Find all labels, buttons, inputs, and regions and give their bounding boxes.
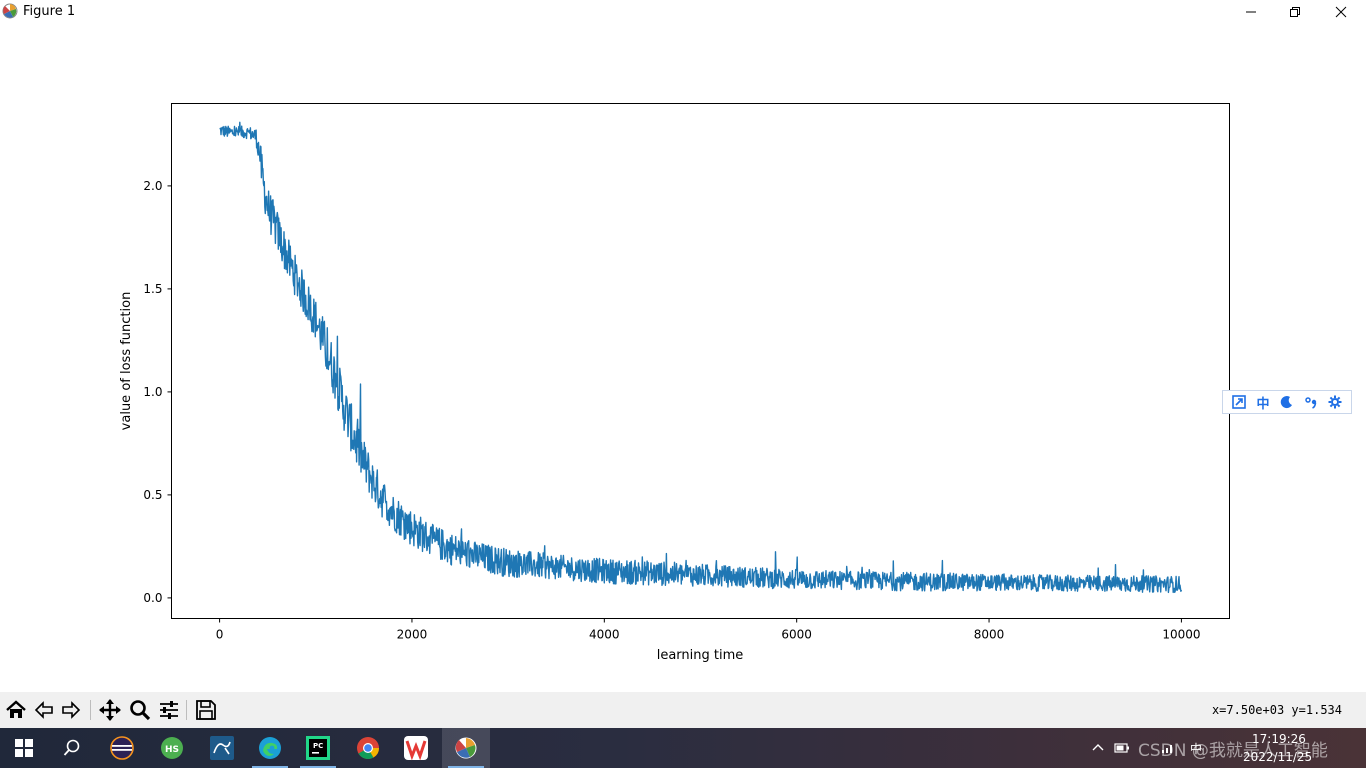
y-tick-label: 2.0 bbox=[143, 179, 162, 193]
search-icon[interactable] bbox=[48, 728, 96, 768]
settings-icon[interactable] bbox=[1326, 393, 1344, 411]
zoom-icon[interactable] bbox=[127, 697, 153, 723]
y-axis-label: value of loss function bbox=[119, 292, 134, 431]
restore-button[interactable] bbox=[1272, 0, 1318, 24]
home-icon[interactable] bbox=[3, 697, 29, 723]
x-axis-ticks: 0 2000 4000 6000 8000 10000 bbox=[216, 618, 1201, 642]
edge-icon[interactable] bbox=[246, 728, 294, 768]
x-tick-label: 0 bbox=[216, 628, 224, 642]
loss-plot: 0 2000 4000 6000 8000 10000 0.0 0.5 1.0 1.5 2.0 l… bbox=[119, 103, 1230, 663]
toolbar-separator bbox=[90, 700, 91, 720]
expand-icon[interactable] bbox=[1230, 393, 1248, 411]
y-tick-label: 0.0 bbox=[143, 591, 162, 605]
x-tick-label: 4000 bbox=[589, 628, 620, 642]
hbuilder-icon[interactable]: HS bbox=[148, 728, 196, 768]
configure-subplots-icon[interactable] bbox=[156, 697, 182, 723]
x-tick-label: 8000 bbox=[974, 628, 1005, 642]
minimize-button[interactable] bbox=[1228, 0, 1274, 24]
cursor-coordinates: x=7.50e+03 y=1.534 bbox=[1211, 703, 1342, 717]
clock-date[interactable]: 2022/11/25 bbox=[1243, 750, 1312, 764]
pan-icon[interactable] bbox=[97, 697, 123, 723]
eclipse-icon[interactable] bbox=[98, 728, 146, 768]
punctuation-icon[interactable] bbox=[1302, 393, 1320, 411]
x-tick-label: 10000 bbox=[1162, 628, 1200, 642]
figure-canvas[interactable]: 0 2000 4000 6000 8000 10000 0.0 0.5 1.0 1.5 2.0 l… bbox=[0, 24, 1366, 692]
wps-icon[interactable] bbox=[392, 728, 440, 768]
svg-text:HS: HS bbox=[165, 745, 179, 755]
window-title-bar: Figure 1 bbox=[0, 0, 1366, 24]
chevron-up-icon[interactable] bbox=[1090, 740, 1106, 756]
y-axis-ticks: 0.0 0.5 1.0 1.5 2.0 bbox=[143, 179, 172, 605]
forward-icon[interactable] bbox=[58, 697, 84, 723]
moon-icon[interactable] bbox=[1278, 393, 1296, 411]
mysql-workbench-icon[interactable] bbox=[198, 728, 246, 768]
svg-text:PC: PC bbox=[313, 742, 323, 750]
window-title: Figure 1 bbox=[23, 4, 76, 19]
toolbar-separator bbox=[186, 700, 187, 720]
x-tick-label: 6000 bbox=[781, 628, 812, 642]
clock-time[interactable]: 17:19:26 bbox=[1252, 732, 1306, 746]
navigation-toolbar: x=7.50e+03 y=1.534 bbox=[0, 692, 1366, 728]
pycharm-icon[interactable]: PC bbox=[294, 728, 342, 768]
start-icon[interactable] bbox=[0, 728, 48, 768]
matplotlib-icon[interactable] bbox=[442, 728, 490, 768]
y-tick-label: 1.0 bbox=[143, 385, 162, 399]
matplotlib-icon bbox=[2, 3, 18, 19]
x-tick-label: 2000 bbox=[397, 628, 428, 642]
ime-toolbar[interactable]: 中 bbox=[1222, 390, 1352, 414]
battery-icon[interactable] bbox=[1114, 740, 1130, 756]
y-tick-label: 1.5 bbox=[143, 282, 162, 296]
ime-language-toggle[interactable]: 中 bbox=[1254, 393, 1272, 412]
close-button[interactable] bbox=[1318, 0, 1364, 24]
y-tick-label: 0.5 bbox=[143, 488, 162, 502]
back-icon[interactable] bbox=[31, 697, 57, 723]
chrome-icon[interactable] bbox=[344, 728, 392, 768]
x-axis-label: learning time bbox=[657, 648, 744, 663]
save-icon[interactable] bbox=[193, 697, 219, 723]
